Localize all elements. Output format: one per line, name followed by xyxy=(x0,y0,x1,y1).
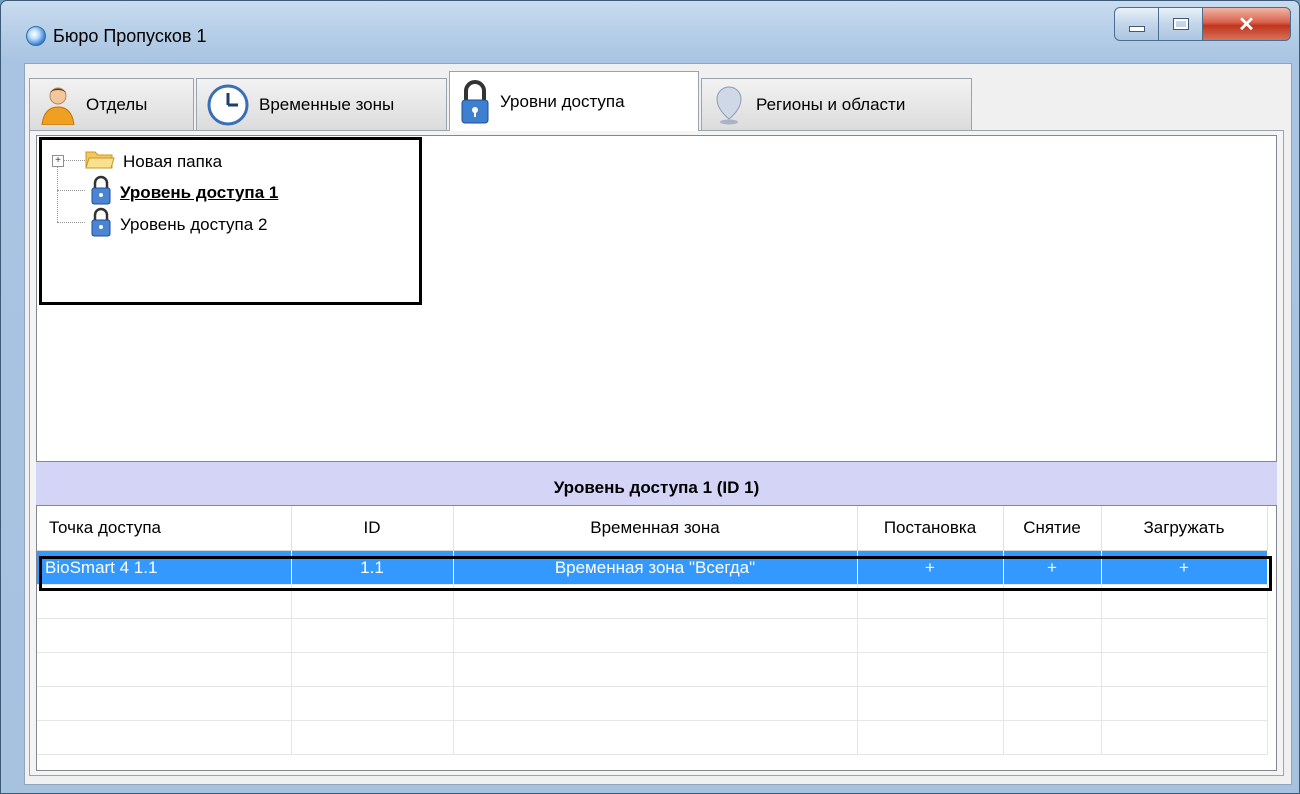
empty-cell xyxy=(37,652,292,687)
empty-cell xyxy=(857,652,1004,687)
cell-access-point[interactable]: BioSmart 4 1.1 xyxy=(37,550,292,585)
person-icon xyxy=(40,85,76,125)
empty-cell xyxy=(453,720,858,755)
empty-cell xyxy=(1101,584,1268,619)
empty-cell xyxy=(37,720,292,755)
empty-cell xyxy=(291,686,454,721)
empty-cell xyxy=(37,686,292,721)
minimize-button[interactable] xyxy=(1114,7,1159,41)
tab-time-zones[interactable]: Временные зоны xyxy=(196,78,447,130)
column-header-id[interactable]: ID xyxy=(291,506,454,551)
app-icon xyxy=(26,26,46,46)
empty-cell xyxy=(453,618,858,653)
empty-cell xyxy=(453,686,858,721)
empty-cell xyxy=(37,584,292,619)
window-controls: ✕ xyxy=(1114,7,1291,41)
empty-cell xyxy=(857,618,1004,653)
empty-cell xyxy=(291,720,454,755)
empty-cell xyxy=(291,584,454,619)
empty-cell xyxy=(1003,720,1102,755)
empty-cell xyxy=(1003,584,1102,619)
column-header-load[interactable]: Загружать xyxy=(1101,506,1268,551)
tab-regions-label: Регионы и области xyxy=(756,94,906,114)
tab-departments[interactable]: Отделы xyxy=(29,78,194,130)
column-header-disarming[interactable]: Снятие xyxy=(1003,506,1102,551)
window-title: Бюро Пропусков 1 xyxy=(53,26,207,46)
cell-load[interactable]: + xyxy=(1101,550,1268,585)
folder-icon xyxy=(85,148,115,175)
tree-item-label: Новая папка xyxy=(123,151,223,171)
maximize-icon xyxy=(1172,18,1189,30)
empty-cell xyxy=(1003,618,1102,653)
empty-cell xyxy=(857,584,1004,619)
tab-departments-label: Отделы xyxy=(86,94,148,114)
empty-cell xyxy=(1101,618,1268,653)
cell-id[interactable]: 1.1 xyxy=(291,550,454,585)
empty-cell xyxy=(1003,652,1102,687)
grid-table: Точка доступа ID Временная зона Постанов… xyxy=(37,506,1268,755)
tab-access-levels[interactable]: Уровни доступа xyxy=(449,71,699,131)
tab-access-levels-label: Уровни доступа xyxy=(500,91,625,111)
grid-header-row: Точка доступа ID Временная зона Постанов… xyxy=(37,506,1268,551)
empty-row xyxy=(37,686,1268,721)
empty-row xyxy=(37,618,1268,653)
tree-item-access-level-2[interactable]: Уровень доступа 2 xyxy=(90,206,267,243)
lock-icon xyxy=(90,206,112,243)
tree-line xyxy=(57,222,85,223)
tree-line xyxy=(63,160,85,161)
empty-cell xyxy=(857,720,1004,755)
column-header-arming[interactable]: Постановка xyxy=(857,506,1004,551)
empty-cell xyxy=(37,618,292,653)
empty-cell xyxy=(1101,652,1268,687)
minimize-icon xyxy=(1128,26,1145,32)
empty-cell xyxy=(291,618,454,653)
empty-row xyxy=(37,720,1268,755)
empty-cell xyxy=(1003,686,1102,721)
tree-line xyxy=(57,190,85,191)
close-button[interactable]: ✕ xyxy=(1203,7,1291,41)
close-icon: ✕ xyxy=(1238,13,1255,36)
maximize-button[interactable] xyxy=(1159,7,1203,41)
tree-item-folder[interactable]: Новая папка xyxy=(85,148,222,175)
tab-time-zones-label: Временные зоны xyxy=(259,94,395,114)
column-header-time-zone[interactable]: Временная зона xyxy=(453,506,858,551)
app-window: Бюро Пропусков 1 ✕ Отделы Временные зоны… xyxy=(0,0,1300,794)
tree-item-label: Уровень доступа 1 xyxy=(120,182,279,202)
map-pin-icon xyxy=(712,85,746,125)
empty-cell xyxy=(453,584,858,619)
empty-cell xyxy=(453,652,858,687)
access-level-tree[interactable]: + Новая папка Уровень доступа 1 Уровень … xyxy=(36,135,1277,462)
title-bar[interactable]: Бюро Пропусков 1 ✕ xyxy=(1,1,1299,63)
cell-disarming[interactable]: + xyxy=(1003,550,1102,585)
column-header-access-point[interactable]: Точка доступа xyxy=(37,506,292,551)
empty-row xyxy=(37,652,1268,687)
empty-cell xyxy=(857,686,1004,721)
empty-cell xyxy=(1101,720,1268,755)
cell-arming[interactable]: + xyxy=(857,550,1004,585)
client-area: Отделы Временные зоны Уровни доступа Рег… xyxy=(24,63,1292,785)
empty-cell xyxy=(1101,686,1268,721)
tree-item-label: Уровень доступа 2 xyxy=(120,214,268,234)
table-row[interactable]: BioSmart 4 1.1 1.1 Временная зона "Всегд… xyxy=(37,550,1268,585)
empty-row xyxy=(37,584,1268,619)
expand-icon[interactable]: + xyxy=(52,155,64,167)
tab-page-access-levels: + Новая папка Уровень доступа 1 Уровень … xyxy=(29,130,1284,776)
access-points-grid[interactable]: Точка доступа ID Временная зона Постанов… xyxy=(36,505,1277,771)
empty-cell xyxy=(291,652,454,687)
cell-time-zone[interactable]: Временная зона "Всегда" xyxy=(453,550,858,585)
tab-regions[interactable]: Регионы и области xyxy=(701,78,972,130)
lock-icon xyxy=(460,79,490,125)
tab-strip: Отделы Временные зоны Уровни доступа Рег… xyxy=(29,70,974,131)
clock-icon xyxy=(207,84,249,126)
grid-title: Уровень доступа 1 (ID 1) xyxy=(36,462,1277,505)
